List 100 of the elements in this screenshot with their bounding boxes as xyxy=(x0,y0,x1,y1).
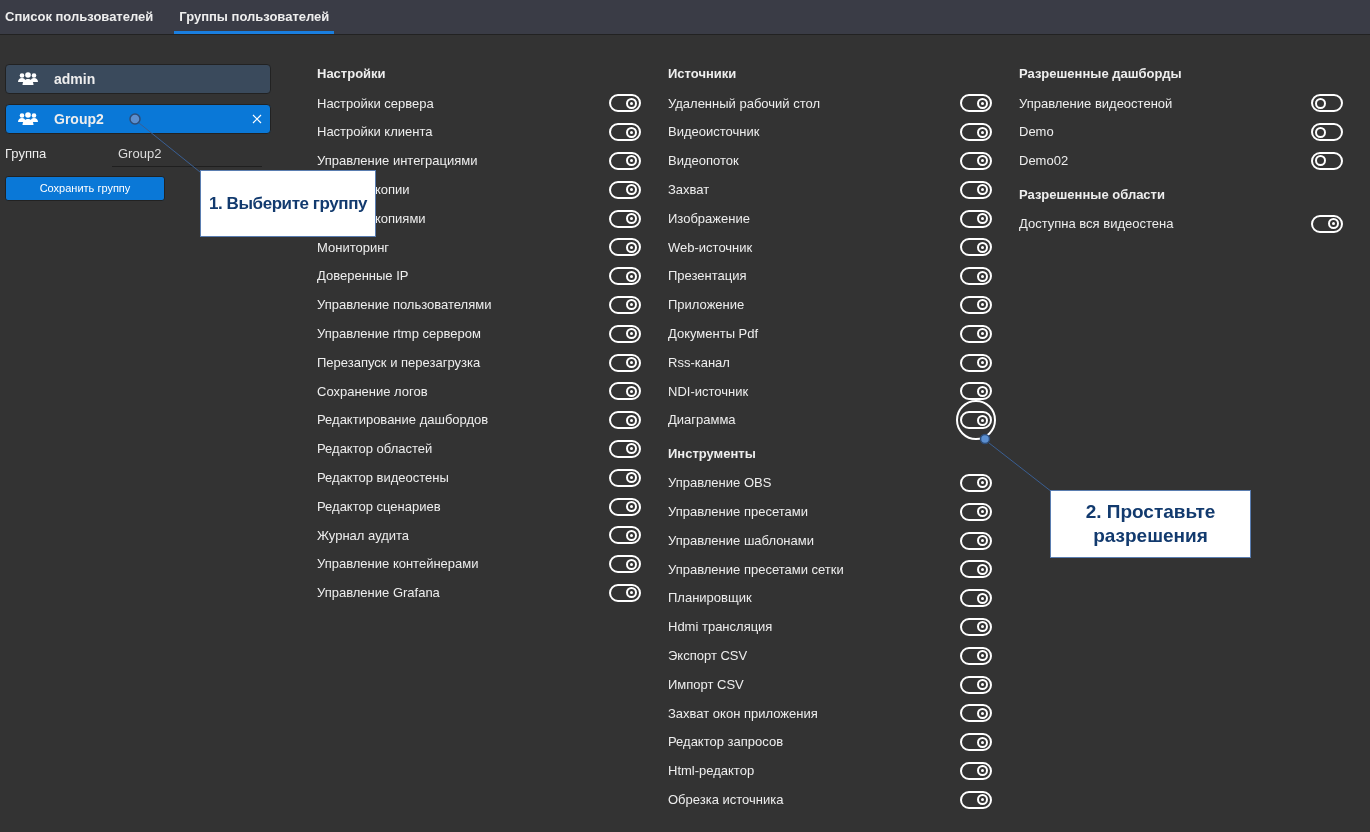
permission-label: Захват xyxy=(668,181,710,200)
permission-label: Demo xyxy=(1019,123,1054,142)
permission-label: Обрезка источника xyxy=(668,790,784,809)
permission-label: Редактор запросов xyxy=(668,733,784,752)
toggle-switch[interactable] xyxy=(960,646,992,665)
toggle-switch[interactable] xyxy=(1311,152,1343,170)
toggle-switch[interactable] xyxy=(960,152,992,170)
save-group-button[interactable]: Сохранить группу xyxy=(5,176,165,201)
toggle-switch[interactable] xyxy=(609,238,641,257)
toggle-switch[interactable] xyxy=(960,617,992,636)
toggle-switch[interactable] xyxy=(960,382,992,401)
leader-line xyxy=(988,442,1053,493)
toggle-switch[interactable] xyxy=(1311,214,1343,233)
permission-label: копиями xyxy=(374,209,426,228)
permission-label: Demo02 xyxy=(1019,152,1069,171)
toggle-switch[interactable] xyxy=(960,733,992,752)
group-item[interactable]: admin xyxy=(5,64,271,94)
permission-label: Управление пользователями xyxy=(317,296,492,315)
toggle-switch[interactable] xyxy=(609,555,641,574)
toggle-switch[interactable] xyxy=(609,123,641,142)
toggle-switch[interactable] xyxy=(609,295,641,314)
toggle-switch[interactable] xyxy=(960,704,992,723)
marker-dot xyxy=(129,113,141,125)
permission-label: Импорт CSV xyxy=(668,675,744,694)
permission-label: Редактор областей xyxy=(317,440,433,459)
permission-label: Изображение xyxy=(668,209,750,228)
permission-label: Управление пресетами сетки xyxy=(668,560,844,579)
tab[interactable]: Список пользователей xyxy=(0,0,159,34)
toggle-switch[interactable] xyxy=(960,790,992,809)
section-title: Настройки xyxy=(317,65,386,84)
permission-label: Hdmi трансляция xyxy=(668,618,773,637)
permission-label: Управление интеграциями xyxy=(317,152,478,171)
toggle-switch[interactable] xyxy=(960,502,992,521)
group-item[interactable]: Group2 xyxy=(5,104,271,134)
users-icon xyxy=(18,112,38,126)
toggle-switch[interactable] xyxy=(960,589,992,608)
toggle-switch[interactable] xyxy=(960,295,992,314)
toggle-switch[interactable] xyxy=(960,180,992,199)
toggle-switch[interactable] xyxy=(960,353,992,372)
permission-label: Планировщик xyxy=(668,589,752,608)
permission-label: копии xyxy=(374,181,410,200)
permission-label: Перезапуск и перезагрузка xyxy=(317,353,481,372)
permission-label: Диаграмма xyxy=(668,411,736,430)
toggle-switch[interactable] xyxy=(960,94,992,113)
permission-label: Редактор сценариев xyxy=(317,497,441,516)
permission-label: Настройки сервера xyxy=(317,94,434,113)
section-title: Инструменты xyxy=(668,444,756,463)
toggle-switch[interactable] xyxy=(609,267,641,286)
permission-label: Экспорт CSV xyxy=(668,647,748,665)
permission-label: Управление rtmp сервером xyxy=(317,325,481,343)
toggle-switch[interactable] xyxy=(609,382,641,401)
toggle-switch[interactable] xyxy=(960,560,992,579)
toggle-switch[interactable] xyxy=(609,353,641,372)
users-icon xyxy=(18,72,38,86)
section-title: Разрешенные дашборды xyxy=(1019,65,1182,84)
tab[interactable]: Группы пользователей xyxy=(174,0,335,34)
toggle-switch[interactable] xyxy=(960,531,992,550)
toggle-switch[interactable] xyxy=(960,267,992,286)
marker-dot xyxy=(979,433,991,445)
permission-label: Web-источник xyxy=(668,238,753,257)
permission-label: Презентация xyxy=(668,267,747,286)
toggle-switch[interactable] xyxy=(960,209,992,228)
section-title: Источники xyxy=(668,65,737,84)
permission-label: Управление Grafana xyxy=(317,584,440,603)
toggle-switch[interactable] xyxy=(609,152,641,170)
toggle-switch[interactable] xyxy=(609,439,641,458)
toggle-switch[interactable] xyxy=(960,473,992,492)
permission-label: Видеопоток xyxy=(668,152,739,171)
toggle-switch[interactable] xyxy=(609,497,641,516)
permission-label: Доступна вся видеостена xyxy=(1019,215,1174,234)
toggle-switch[interactable] xyxy=(1311,123,1343,142)
toggle-switch[interactable] xyxy=(960,411,992,430)
permission-label: Доверенные IP xyxy=(317,267,409,286)
permission-label: Приложение xyxy=(668,296,745,315)
permission-label: Журнал аудита xyxy=(317,526,410,545)
permission-label: Управление OBS xyxy=(668,474,772,493)
toggle-switch[interactable] xyxy=(960,238,992,257)
toggle-switch[interactable] xyxy=(609,411,641,430)
field-label: Группа xyxy=(5,145,48,164)
permission-label: Настройки клиента xyxy=(317,123,433,142)
toggle-switch[interactable] xyxy=(960,675,992,694)
group-name-field[interactable]: Group2 xyxy=(112,141,262,167)
permission-label: Редактор видеостены xyxy=(317,469,449,487)
toggle-switch[interactable] xyxy=(609,468,641,487)
toggle-switch[interactable] xyxy=(609,583,641,602)
toggle-switch[interactable] xyxy=(609,209,641,228)
permission-label: Управление шаблонами xyxy=(668,531,814,550)
permission-label: Видеоисточник xyxy=(668,123,760,142)
toggle-switch[interactable] xyxy=(609,324,641,343)
permission-label: Html-редактор xyxy=(668,762,755,781)
toggle-switch[interactable] xyxy=(960,123,992,142)
close-icon[interactable] xyxy=(252,114,262,124)
toggle-switch[interactable] xyxy=(1311,94,1343,113)
toggle-switch[interactable] xyxy=(609,94,641,113)
toggle-switch[interactable] xyxy=(609,180,641,199)
toggle-switch[interactable] xyxy=(960,761,992,780)
permission-label: Мониторинг xyxy=(317,238,390,257)
toggle-switch[interactable] xyxy=(609,526,641,545)
toggle-switch[interactable] xyxy=(960,324,992,343)
permission-label: NDI-источник xyxy=(668,382,749,401)
